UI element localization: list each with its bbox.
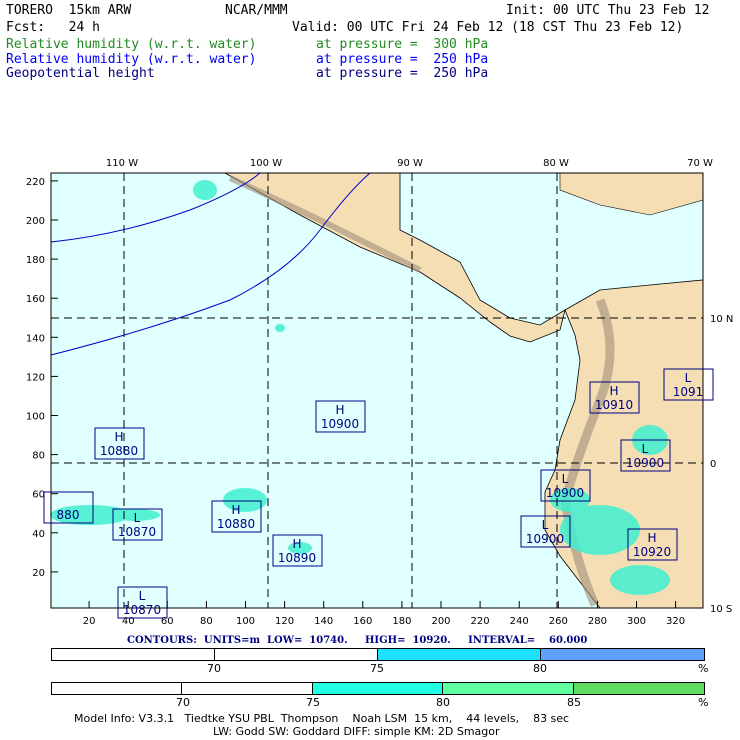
center-value: 10880 — [217, 517, 255, 531]
center-value: 10900 — [321, 417, 359, 431]
y-tick-label: 20 — [32, 568, 45, 579]
center-type: L — [642, 442, 649, 456]
x-tick-label: 280 — [588, 616, 607, 627]
y-tick-label: 100 — [26, 412, 45, 423]
colorbar-segment — [52, 649, 215, 660]
x-tick-label: 300 — [627, 616, 646, 627]
y-tick-label: 200 — [26, 216, 45, 227]
x-tick-label: 180 — [392, 616, 411, 627]
lon-label: 70 W — [687, 158, 713, 169]
x-tick-label: 220 — [471, 616, 490, 627]
x-tick-label: 260 — [549, 616, 568, 627]
colorbar-segment — [182, 683, 313, 694]
y-tick-label: 60 — [32, 490, 45, 501]
lon-label: 110 W — [106, 158, 138, 169]
y-tick-label: 80 — [32, 451, 45, 462]
colorbar-segment — [313, 683, 443, 694]
weather-map: 110 W 100 W 90 W 80 W 70 W 10 N 0 10 S 2… — [26, 158, 733, 627]
lon-label: 90 W — [397, 158, 423, 169]
x-tick-label: 80 — [200, 616, 213, 627]
colorbar-label: 85 — [567, 696, 581, 709]
center-type: L — [139, 589, 146, 603]
center-value: 10920 — [633, 545, 671, 559]
model-physics: LW: Godd SW: Goddard DIFF: simple KM: 2D… — [213, 725, 500, 738]
colorbar-label: % — [698, 696, 709, 709]
x-tick-label: 320 — [666, 616, 685, 627]
center-value: 1091 — [673, 385, 704, 399]
center-value: 10870 — [118, 525, 156, 539]
x-tick-label: 20 — [83, 616, 96, 627]
colorbar-250hpa — [51, 648, 705, 661]
model-info: Model Info: V3.3.1 Tiedtke YSU PBL Thomp… — [74, 712, 570, 725]
center-value: 10880 — [100, 444, 138, 458]
y-tick-label: 120 — [26, 372, 45, 383]
colorbar-segment — [215, 649, 378, 660]
x-tick-label: 120 — [275, 616, 294, 627]
center-type: L — [134, 511, 141, 525]
colorbar-label: 70 — [176, 696, 190, 709]
y-tick-label: 40 — [32, 529, 45, 540]
y-tick-label: 140 — [26, 333, 45, 344]
x-tick-label: 200 — [431, 616, 450, 627]
center-type: H — [292, 537, 301, 551]
lat-label: 10 N — [710, 314, 733, 325]
center-value: 880 — [57, 508, 80, 522]
center-type: L — [685, 371, 692, 385]
colorbar-label: 70 — [207, 662, 221, 675]
center-value: 10910 — [595, 398, 633, 412]
colorbar-segment — [443, 683, 574, 694]
lat-label: 0 — [710, 459, 716, 470]
center-type: L — [542, 518, 549, 532]
colorbar-label: 75 — [370, 662, 384, 675]
center-type: H — [335, 403, 344, 417]
contour-info: CONTOURS: UNITS=m LOW= 10740. HIGH= 1092… — [127, 635, 588, 646]
colorbar-label: % — [698, 662, 709, 675]
center-type: H — [647, 531, 656, 545]
colorbar-label: 80 — [533, 662, 547, 675]
lat-label: 10 S — [710, 604, 732, 615]
colorbar-label: 75 — [306, 696, 320, 709]
lon-label: 80 W — [543, 158, 569, 169]
colorbar-segment — [541, 649, 704, 660]
y-tick-label: 220 — [26, 177, 45, 188]
center-value: 10900 — [526, 532, 564, 546]
x-tick-label: 160 — [353, 616, 372, 627]
center-type: H — [609, 384, 618, 398]
center-type: L — [562, 472, 569, 486]
y-tick-label: 180 — [26, 255, 45, 266]
center-type: H — [114, 430, 123, 444]
colorbar-segment — [574, 683, 704, 694]
center-value: 10900 — [626, 456, 664, 470]
colorbar-segment — [52, 683, 182, 694]
center-value: 10870 — [123, 603, 161, 617]
center-value: 10900 — [546, 486, 584, 500]
y-tick-label: 160 — [26, 294, 45, 305]
x-tick-label: 140 — [314, 616, 333, 627]
center-value: 10890 — [278, 551, 316, 565]
x-tick-label: 240 — [510, 616, 529, 627]
center-type: H — [231, 503, 240, 517]
colorbar-300hpa — [51, 682, 705, 695]
lon-label: 100 W — [250, 158, 282, 169]
x-tick-label: 100 — [236, 616, 255, 627]
colorbar-segment — [378, 649, 541, 660]
colorbar-label: 80 — [436, 696, 450, 709]
